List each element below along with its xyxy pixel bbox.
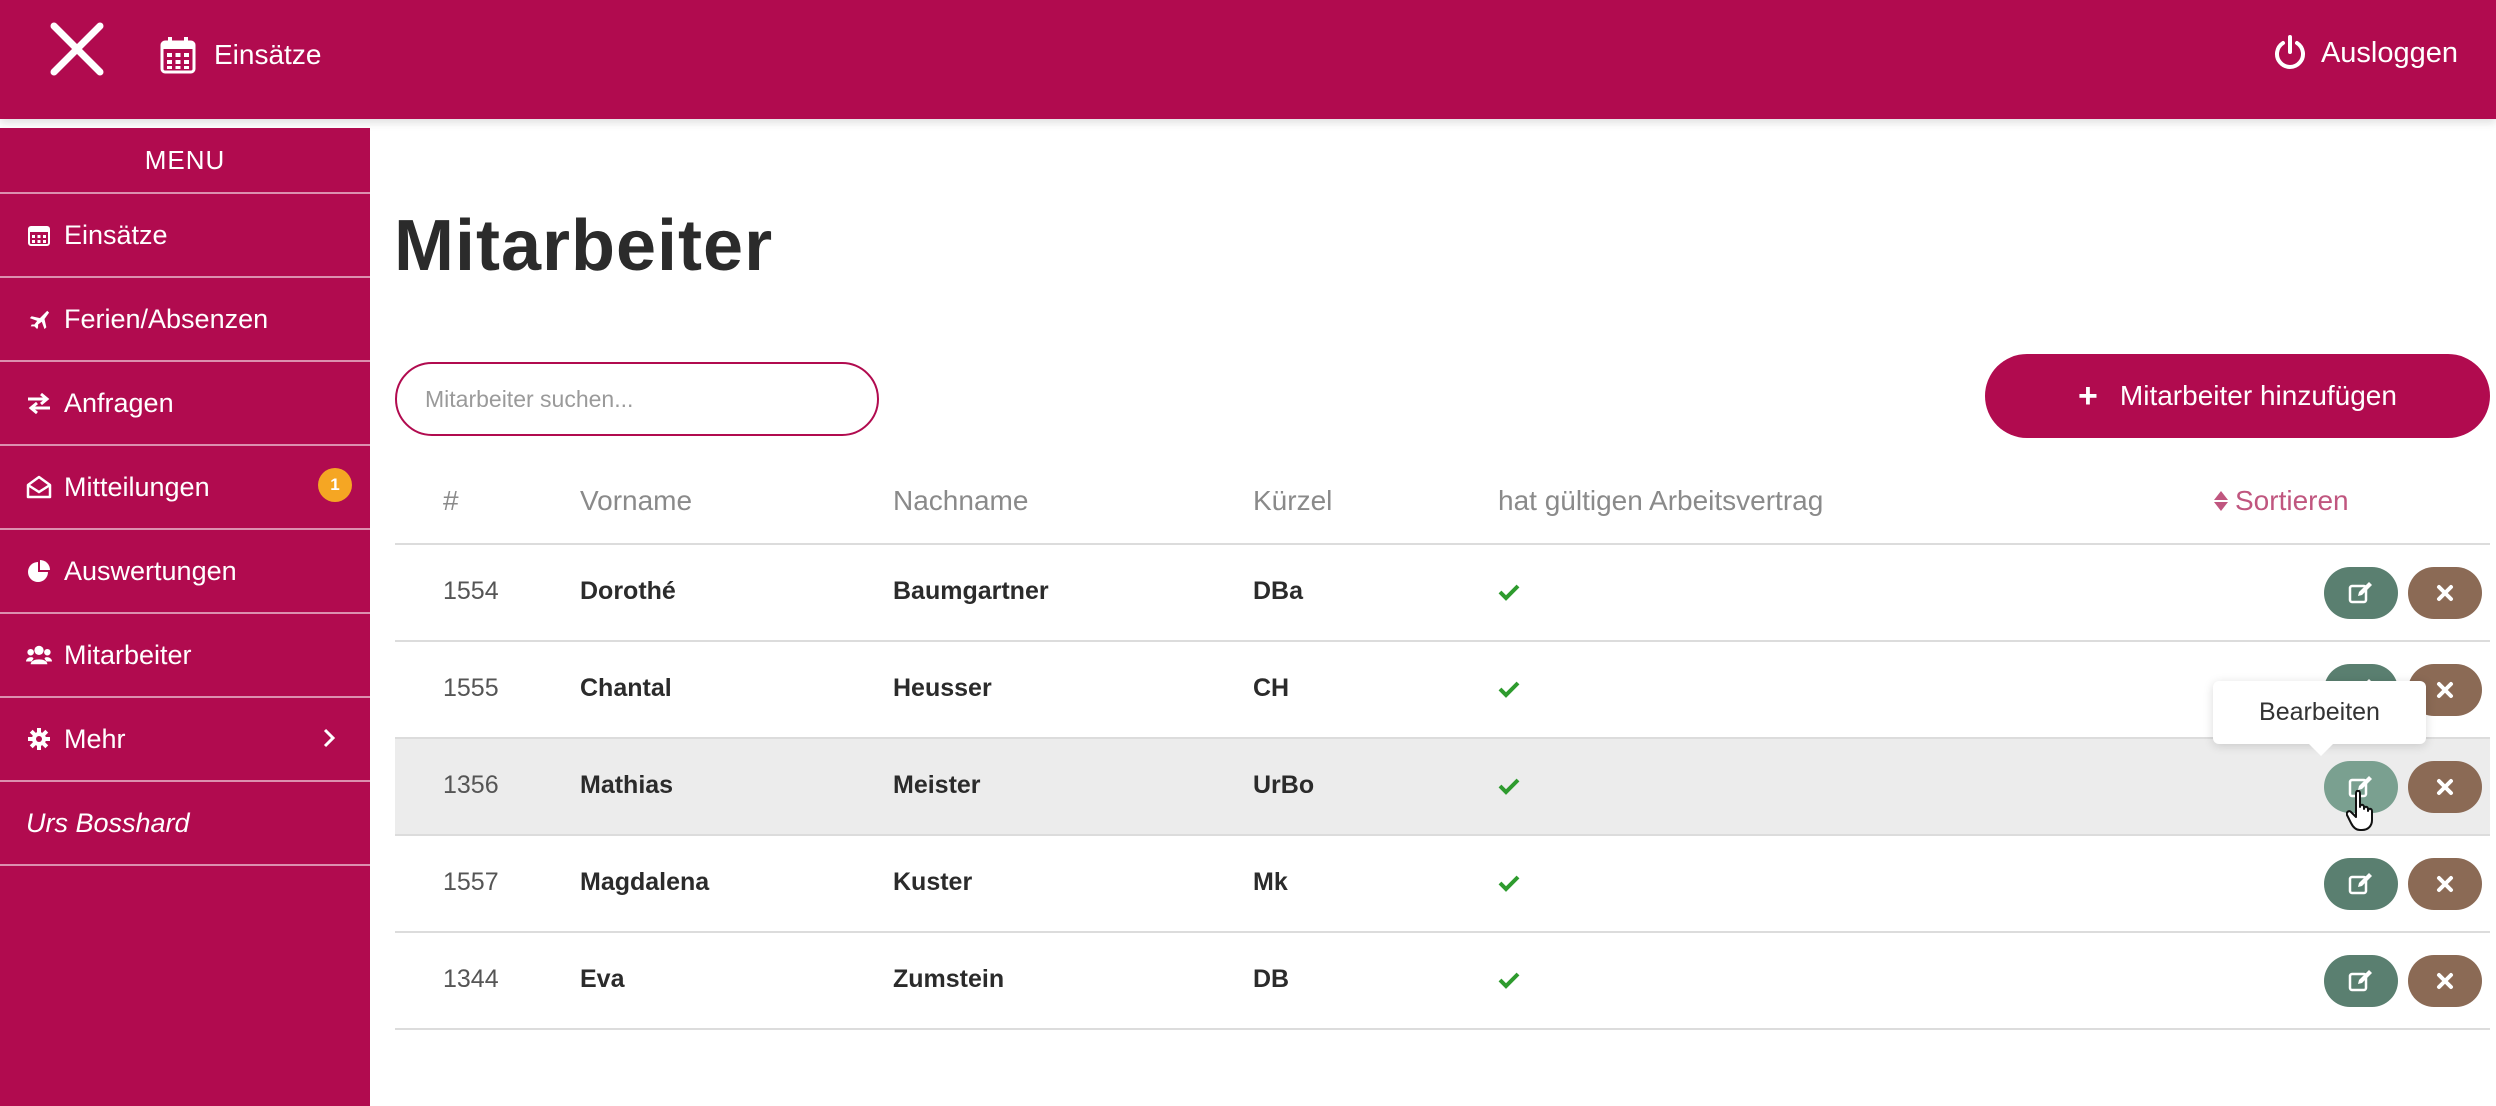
envelope-open-icon	[26, 474, 52, 500]
check-icon	[1498, 579, 1520, 608]
column-header-vertrag: hat gültigen Arbeitsvertrag	[1498, 485, 1824, 516]
cell-kuerzel: CH	[1253, 674, 1290, 702]
check-icon	[1498, 676, 1520, 705]
sidebar-item-mitteilungen[interactable]: Mitteilungen 1	[0, 446, 370, 530]
exchange-icon	[26, 390, 52, 416]
power-icon	[2275, 35, 2305, 69]
add-employee-label: Mitarbeiter hinzufügen	[2119, 380, 2397, 411]
check-icon	[1498, 870, 1520, 899]
column-header-kuerzel: Kürzel	[1253, 485, 1333, 516]
sidebar-item-anfragen[interactable]: Anfragen	[0, 362, 370, 446]
cell-num: 1555	[443, 674, 499, 702]
cell-nachname: Zumstein	[893, 965, 1005, 993]
table-row: 1554 Dorothé Baumgartner DBa	[395, 545, 2490, 642]
close-icon[interactable]	[48, 20, 106, 78]
add-employee-button[interactable]: + Mitarbeiter hinzufügen	[1985, 354, 2490, 438]
table-body: 1554 Dorothé Baumgartner DBa 1555 Chantal Heus…	[395, 545, 2490, 1030]
cell-nachname: Meister	[893, 771, 981, 799]
delete-button[interactable]	[2408, 955, 2482, 1007]
table-header: # Vorname Nachname Kürzel hat gültigen A…	[395, 465, 2490, 545]
close-icon	[2437, 779, 2453, 795]
column-header-nachname: Nachname	[893, 485, 1029, 516]
edit-button[interactable]	[2324, 567, 2398, 619]
cell-kuerzel: UrBo	[1253, 771, 1315, 799]
cell-num: 1557	[443, 868, 499, 896]
top-nav-label: Einsätze	[214, 39, 322, 70]
close-icon	[2437, 682, 2453, 698]
top-bar: Einsätze Ausloggen	[0, 0, 2496, 119]
users-icon	[26, 642, 52, 668]
edit-button[interactable]	[2324, 955, 2398, 1007]
sidebar-item-einsaetze[interactable]: Einsätze	[0, 194, 370, 278]
sort-label: Sortieren	[2235, 485, 2349, 516]
cell-vorname: Magdalena	[580, 868, 710, 896]
cell-kuerzel: Mk	[1253, 868, 1288, 896]
pie-chart-icon	[26, 558, 52, 584]
cell-kuerzel: DB	[1253, 965, 1290, 993]
close-icon	[2437, 973, 2453, 989]
cell-vorname: Eva	[580, 965, 625, 993]
cell-vorname: Mathias	[580, 771, 674, 799]
plane-icon	[26, 306, 52, 332]
top-nav-einsaetze[interactable]: Einsätze	[160, 30, 321, 80]
sidebar-item-label: Einsätze	[64, 219, 168, 250]
menu-title: MENU	[0, 128, 370, 194]
sidebar-item-label: Auswertungen	[64, 555, 237, 586]
edit-icon	[2348, 873, 2372, 895]
notification-badge: 1	[318, 468, 352, 502]
page-title: Mitarbeiter	[394, 206, 774, 286]
sidebar-item-auswertungen[interactable]: Auswertungen	[0, 530, 370, 614]
delete-button[interactable]	[2408, 567, 2482, 619]
sidebar: MENU Einsätze Ferien/Absenzen Anfragen M…	[0, 128, 370, 1106]
cell-num: 1356	[443, 771, 499, 799]
sidebar-item-label: Mehr	[64, 723, 126, 754]
sidebar-user-name: Urs Bosshard	[0, 782, 370, 866]
cell-kuerzel: DBa	[1253, 577, 1304, 605]
sidebar-item-label: Ferien/Absenzen	[64, 303, 269, 334]
column-header-vorname: Vorname	[580, 485, 693, 516]
edit-icon	[2348, 582, 2372, 604]
sidebar-item-label: Anfragen	[64, 387, 174, 418]
cell-num: 1554	[443, 577, 499, 605]
cell-nachname: Kuster	[893, 868, 973, 896]
hand-cursor-icon	[2346, 790, 2373, 831]
sidebar-item-mehr[interactable]: Mehr	[0, 698, 370, 782]
table-row: 1555 Chantal Heusser CH	[395, 642, 2490, 739]
search-input[interactable]	[395, 362, 879, 436]
close-icon	[2437, 585, 2453, 601]
employee-table: # Vorname Nachname Kürzel hat gültigen A…	[395, 465, 2490, 1030]
sidebar-item-mitarbeiter[interactable]: Mitarbeiter	[0, 614, 370, 698]
gear-icon	[26, 726, 52, 752]
sidebar-item-label: Mitteilungen	[64, 471, 210, 502]
logout-button[interactable]: Ausloggen	[2273, 28, 2458, 78]
check-icon	[1498, 773, 1520, 802]
edit-tooltip: Bearbeiten	[2213, 681, 2426, 756]
calendar-icon	[26, 222, 52, 248]
cell-num: 1344	[443, 965, 499, 993]
close-icon	[2437, 876, 2453, 892]
sort-icon	[2214, 491, 2228, 511]
cell-nachname: Heusser	[893, 674, 992, 702]
chevron-right-icon	[322, 725, 336, 756]
plus-icon: +	[2078, 376, 2098, 415]
cell-vorname: Dorothé	[580, 577, 676, 605]
delete-button[interactable]	[2408, 858, 2482, 910]
cell-vorname: Chantal	[580, 674, 672, 702]
table-row: 1344 Eva Zumstein DB	[395, 933, 2490, 1030]
cell-nachname: Baumgartner	[893, 577, 1049, 605]
sidebar-item-label: Mitarbeiter	[64, 639, 192, 670]
check-icon	[1498, 967, 1520, 996]
sidebar-item-ferien[interactable]: Ferien/Absenzen	[0, 278, 370, 362]
table-row: 1557 Magdalena Kuster Mk	[395, 836, 2490, 933]
sort-button[interactable]: Sortieren	[2213, 485, 2349, 517]
table-row: 1356 Mathias Meister UrBo	[395, 739, 2490, 836]
edit-button[interactable]	[2324, 858, 2398, 910]
logout-label: Ausloggen	[2320, 36, 2458, 69]
delete-button[interactable]	[2408, 761, 2482, 813]
column-header-num: #	[443, 485, 459, 516]
calendar-icon	[160, 37, 196, 74]
edit-icon	[2348, 970, 2372, 992]
